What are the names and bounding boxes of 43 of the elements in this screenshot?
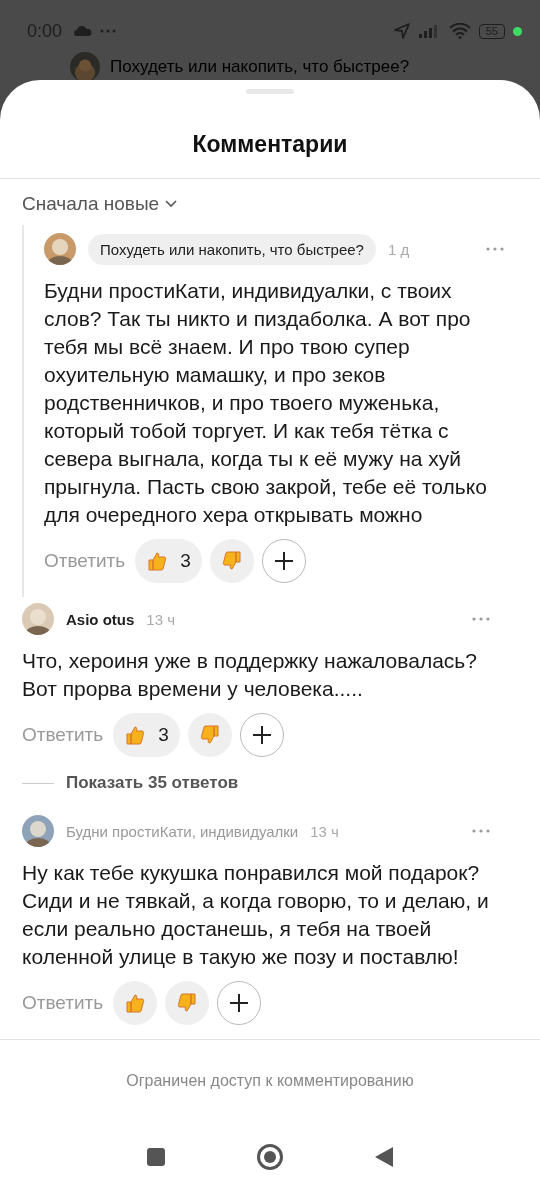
restriction-notice: Ограничен доступ к комментированию: [125, 1071, 415, 1091]
more-icon[interactable]: [472, 617, 490, 621]
article-title: Похудеть или накопить, что быстрее?: [110, 57, 410, 77]
recents-icon[interactable]: [146, 1147, 166, 1167]
thumbs-up-icon: [124, 992, 147, 1014]
thumbs-up-icon: [124, 724, 147, 746]
dislike-button[interactable]: [209, 539, 254, 583]
plus-icon: [273, 551, 294, 571]
plus-icon: [229, 993, 250, 1013]
location-icon: [392, 22, 411, 40]
thumbs-down-icon: [220, 550, 243, 572]
dislike-button[interactable]: [165, 981, 210, 1025]
status-dot-icon: [513, 26, 522, 36]
back-icon[interactable]: [374, 1146, 394, 1168]
comment-time: 13 ч: [310, 822, 339, 840]
sheet-title: Комментарии: [191, 130, 349, 159]
add-reaction-button[interactable]: [261, 539, 306, 583]
dislike-button[interactable]: [187, 713, 232, 757]
comment-time: 1 д: [387, 240, 410, 258]
more-icon[interactable]: [486, 247, 504, 251]
wifi-icon: [448, 23, 471, 39]
thumbs-down-icon: [176, 992, 199, 1014]
cloud-icon: [74, 26, 93, 36]
thumbs-down-icon: [198, 724, 221, 746]
add-reaction-button[interactable]: [239, 713, 284, 757]
author-name[interactable]: Asio otus: [66, 610, 135, 628]
like-button[interactable]: 3: [113, 713, 180, 757]
home-icon[interactable]: [256, 1143, 284, 1171]
comment-text: Будни простиКати, индивидуалки, с твоих слов? Так ты никто и пиздаболка. А вот про тебя мы всё знаем. И про твою супер охуительную мамашку, и про зеков родственничков, и про твоего муженька, который тобой торгует. И как тебя тётка с севера выгнала, когда ты к её мужу на хуй прыгнула. Пасть свою закрой, тебе её только для очередного хера открывать можно: [44, 278, 488, 528]
more-icon[interactable]: [472, 829, 490, 833]
chevron-icon: [165, 200, 178, 208]
like-button[interactable]: [113, 981, 158, 1025]
more-icon: [100, 29, 117, 33]
comment-text: Что, хероиня уже в поддержку нажаловалась? Вот прорва времени у человека.....: [22, 648, 478, 702]
add-reaction-button[interactable]: [217, 981, 262, 1025]
plus-icon: [251, 725, 272, 745]
comment-text: Ну как тебе кукушка понравился мой подарок? Сиди и не тявкай, а когда говорю, то и делаю, и если реально достанешь, я тебя на твоей коленной улице в такую же позу и поставлю!: [22, 860, 490, 970]
sort-dropdown[interactable]: Сначала новые: [22, 179, 178, 225]
article-chip[interactable]: Похудеть или накопить, что быстрее?: [88, 233, 376, 265]
comment-time: 13 ч: [146, 610, 175, 628]
thumbs-up-icon: [146, 550, 169, 572]
like-button[interactable]: 3: [135, 539, 202, 583]
show-replies-link[interactable]: Показать 35 ответов: [66, 773, 239, 793]
